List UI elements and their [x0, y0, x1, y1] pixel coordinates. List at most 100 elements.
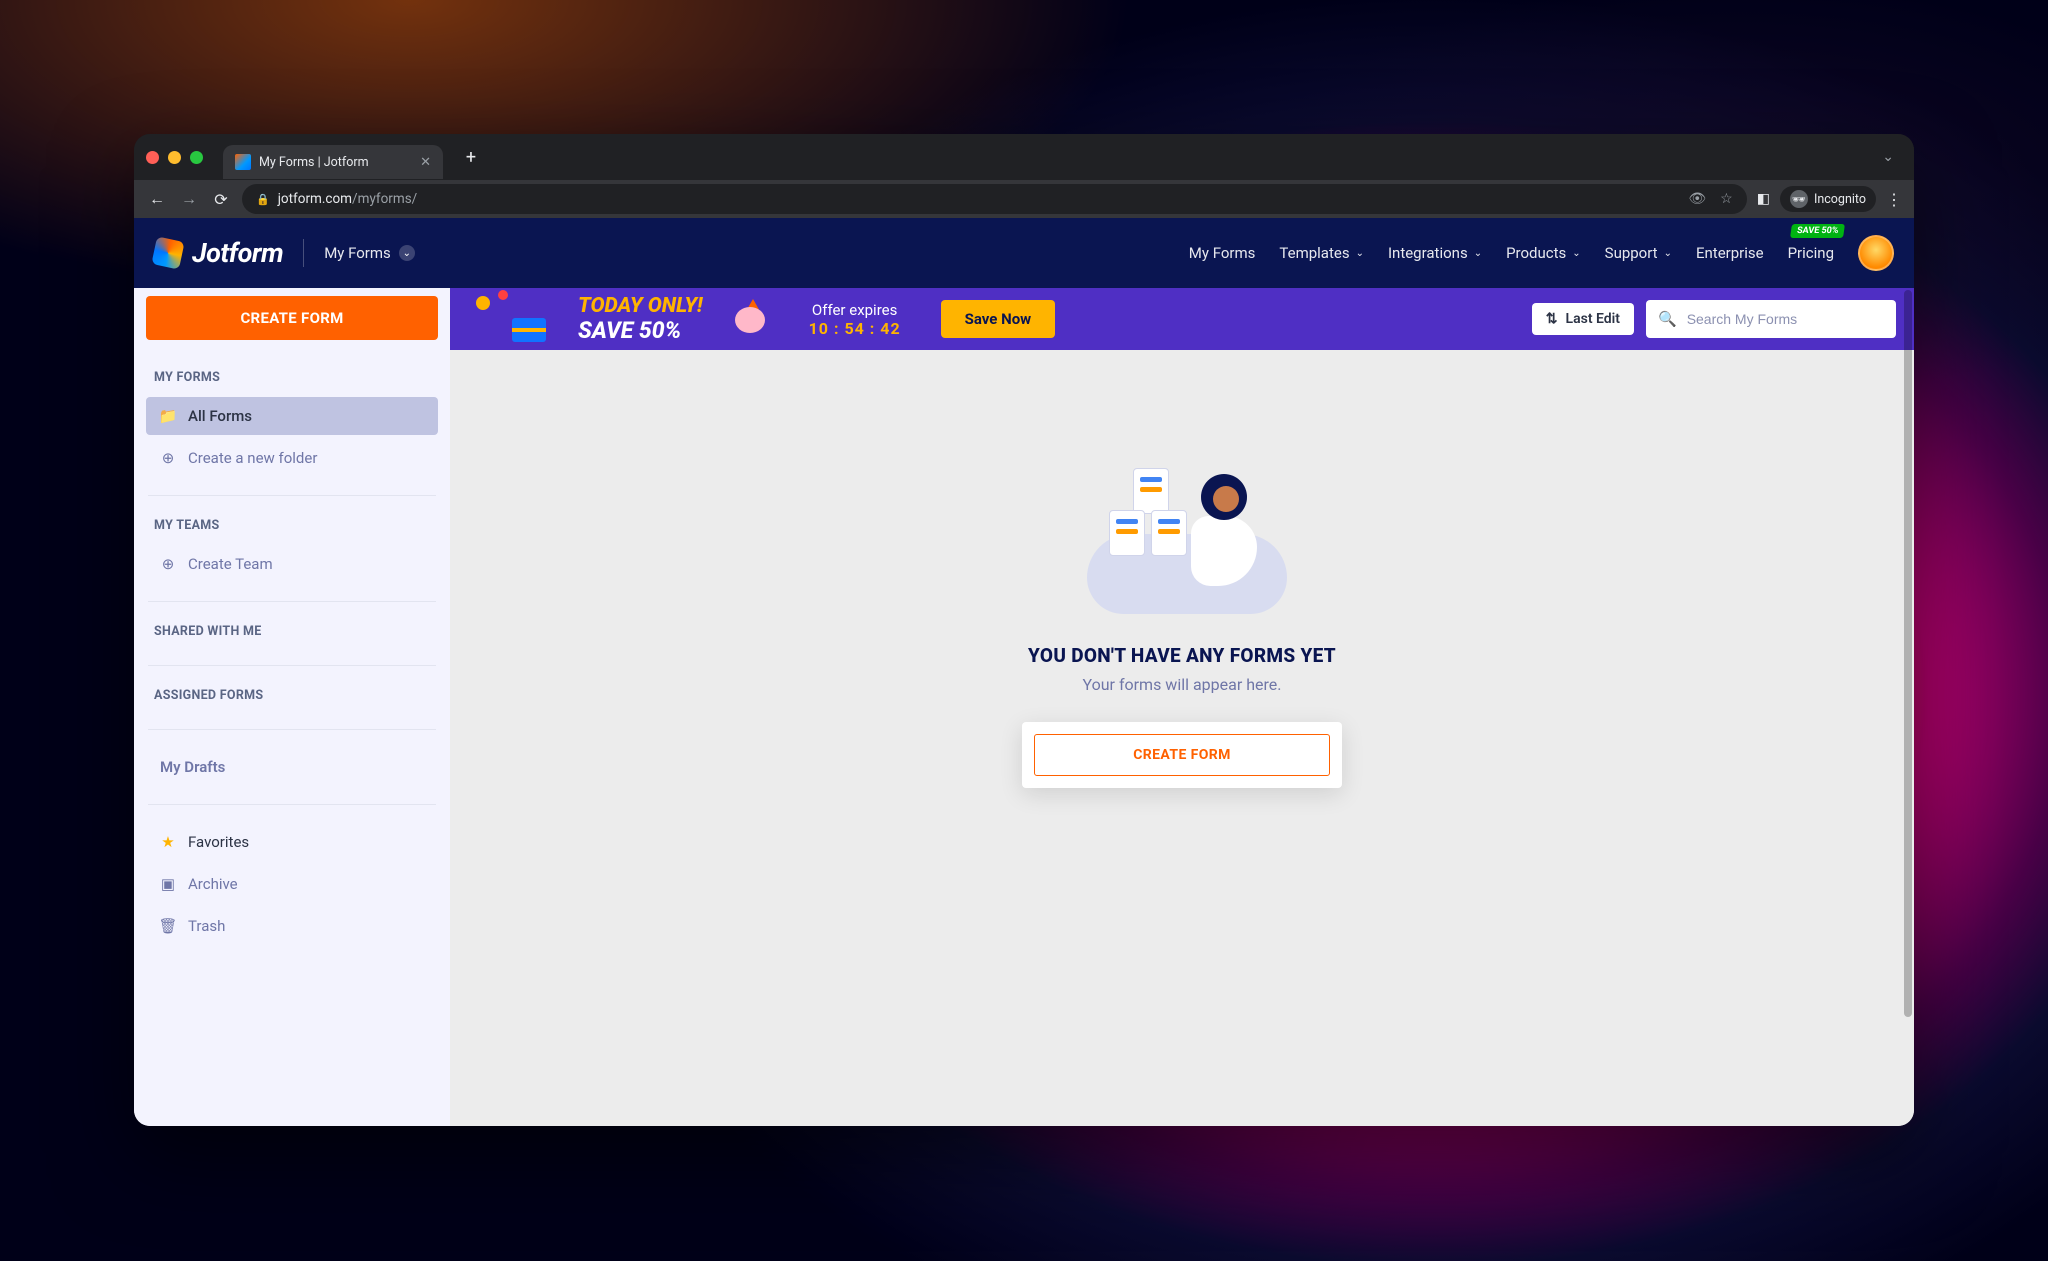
save-badge: SAVE 50%	[1790, 224, 1845, 238]
tab-favicon	[235, 154, 251, 170]
app-header: Jotform My Forms ⌄ My Forms Templates⌄ I…	[134, 218, 1914, 288]
nav-label: Products	[1506, 244, 1566, 262]
promo-bar: TODAY ONLY! SAVE 50% Offer expires 10 : …	[450, 288, 1914, 350]
nav-pricing[interactable]: SAVE 50% Pricing	[1788, 244, 1834, 262]
plus-circle-icon: ⊕	[160, 556, 176, 572]
offer-label: Offer expires	[812, 301, 897, 319]
sidebar-item-label: Favorites	[188, 833, 249, 851]
sidebar-item-create-team[interactable]: ⊕ Create Team	[146, 545, 438, 583]
save-now-button[interactable]: Save Now	[941, 300, 1056, 338]
window-controls	[146, 151, 203, 164]
empty-state: YOU DON'T HAVE ANY FORMS YET Your forms …	[1022, 468, 1342, 788]
brand-name: Jotform	[192, 237, 283, 269]
nav-integrations[interactable]: Integrations ⌄	[1388, 244, 1482, 262]
section-my-forms: MY FORMS	[154, 370, 430, 385]
nav-support[interactable]: Support⌄	[1605, 244, 1672, 262]
browser-menu-button[interactable]: ⋮	[1886, 190, 1902, 209]
star-icon: ★	[160, 834, 176, 850]
sidebar-item-create-folder[interactable]: ⊕ Create a new folder	[146, 439, 438, 477]
sidebar-item-label: My Drafts	[160, 758, 225, 776]
sidebar-divider	[148, 601, 436, 602]
sort-icon: ⇅	[1546, 311, 1558, 327]
nav-label: My Forms	[1189, 244, 1256, 262]
nav-label: Enterprise	[1696, 244, 1764, 262]
forward-button[interactable]: →	[178, 189, 200, 209]
window-minimize-button[interactable]	[168, 151, 181, 164]
create-form-label: CREATE FORM	[240, 309, 343, 327]
incognito-indicator[interactable]: 🕶 Incognito	[1780, 186, 1876, 212]
sidebar-item-trash[interactable]: 🗑 Trash	[146, 907, 438, 945]
nav-label: Pricing	[1788, 244, 1834, 262]
panel-icon[interactable]: ◧	[1757, 191, 1770, 207]
search-icon: 🔍	[1658, 310, 1677, 328]
empty-title: YOU DON'T HAVE ANY FORMS YET	[1028, 644, 1336, 667]
header-nav: My Forms Templates⌄ Integrations ⌄ Produc…	[1189, 235, 1894, 271]
scrollbar[interactable]	[1904, 290, 1912, 1116]
main-area: TODAY ONLY! SAVE 50% Offer expires 10 : …	[450, 288, 1914, 1126]
main-content: YOU DON'T HAVE ANY FORMS YET Your forms …	[450, 350, 1914, 1126]
sidebar-item-favorites[interactable]: ★ Favorites	[146, 823, 438, 861]
back-button[interactable]: ←	[146, 189, 168, 209]
nav-label: Integrations	[1388, 244, 1468, 262]
app-body: CREATE FORM MY FORMS 📁 All Forms ⊕ Creat…	[134, 288, 1914, 1126]
promo-line1: TODAY ONLY!	[578, 295, 703, 318]
search-field[interactable]: 🔍	[1646, 300, 1896, 338]
window-close-button[interactable]	[146, 151, 159, 164]
last-edit-label: Last Edit	[1566, 311, 1620, 327]
save-now-label: Save Now	[965, 310, 1032, 328]
archive-icon: ▣	[160, 876, 176, 892]
chevron-down-icon: ⌄	[1474, 248, 1482, 259]
sidebar-item-archive[interactable]: ▣ Archive	[146, 865, 438, 903]
promo-art-icon	[468, 288, 560, 350]
brand-logo[interactable]: Jotform	[154, 237, 283, 269]
new-tab-button[interactable]: +	[457, 143, 485, 171]
nav-my-forms[interactable]: My Forms	[1189, 244, 1256, 262]
nav-label: Templates	[1279, 244, 1349, 262]
address-bar[interactable]: 🔒 jotform.com/myforms/ 👁 ☆	[242, 184, 1747, 214]
window-maximize-button[interactable]	[190, 151, 203, 164]
last-edit-button[interactable]: ⇅ Last Edit	[1532, 303, 1634, 335]
section-assigned[interactable]: ASSIGNED FORMS	[154, 688, 430, 703]
logo-mark-icon	[151, 236, 184, 269]
nav-enterprise[interactable]: Enterprise	[1696, 244, 1764, 262]
create-form-cta-label: CREATE FORM	[1133, 747, 1231, 763]
eye-off-icon[interactable]: 👁	[1688, 191, 1706, 207]
piggy-bank-icon	[731, 299, 771, 339]
scrollbar-thumb[interactable]	[1904, 290, 1912, 1017]
promo-text: TODAY ONLY! SAVE 50%	[578, 295, 703, 343]
sidebar-divider	[148, 729, 436, 730]
nav-label: Support	[1605, 244, 1658, 262]
header-divider	[303, 239, 304, 267]
create-form-cta-button[interactable]: CREATE FORM	[1034, 734, 1330, 776]
avatar[interactable]	[1858, 235, 1894, 271]
tab-title: My Forms | Jotform	[259, 155, 369, 170]
tab-list-button[interactable]: ⌄	[1874, 149, 1902, 165]
nav-templates[interactable]: Templates⌄	[1279, 244, 1364, 262]
incognito-icon: 🕶	[1790, 190, 1808, 208]
tab-strip: My Forms | Jotform ✕ + ⌄	[134, 134, 1914, 180]
cta-highlight: CREATE FORM	[1022, 722, 1342, 788]
tab-close-button[interactable]: ✕	[420, 155, 431, 170]
folder-icon: 📁	[160, 408, 176, 424]
sidebar-item-all-forms[interactable]: 📁 All Forms	[146, 397, 438, 435]
bookmark-icon[interactable]: ☆	[1720, 191, 1733, 207]
sidebar-item-label: Archive	[188, 875, 238, 893]
section-my-teams: MY TEAMS	[154, 518, 430, 533]
empty-subtitle: Your forms will appear here.	[1083, 675, 1282, 694]
search-input[interactable]	[1687, 311, 1884, 327]
sidebar-item-label: Trash	[188, 917, 225, 935]
empty-illustration	[1077, 468, 1287, 614]
sidebar-item-label: All Forms	[188, 407, 252, 425]
section-shared[interactable]: SHARED WITH ME	[154, 624, 430, 639]
sidebar-divider	[148, 665, 436, 666]
chevron-down-icon: ⌄	[399, 245, 415, 261]
sidebar-divider	[148, 804, 436, 805]
url-path: /myforms/	[352, 191, 417, 207]
reload-button[interactable]: ⟳	[210, 190, 232, 209]
nav-products[interactable]: Products⌄	[1506, 244, 1581, 262]
browser-tab[interactable]: My Forms | Jotform ✕	[223, 145, 443, 179]
sidebar-item-drafts[interactable]: My Drafts	[146, 748, 438, 786]
workspace-dropdown[interactable]: My Forms ⌄	[324, 244, 415, 262]
browser-window: My Forms | Jotform ✕ + ⌄ ← → ⟳ 🔒 jotform…	[134, 134, 1914, 1126]
create-form-button[interactable]: CREATE FORM	[146, 296, 438, 340]
